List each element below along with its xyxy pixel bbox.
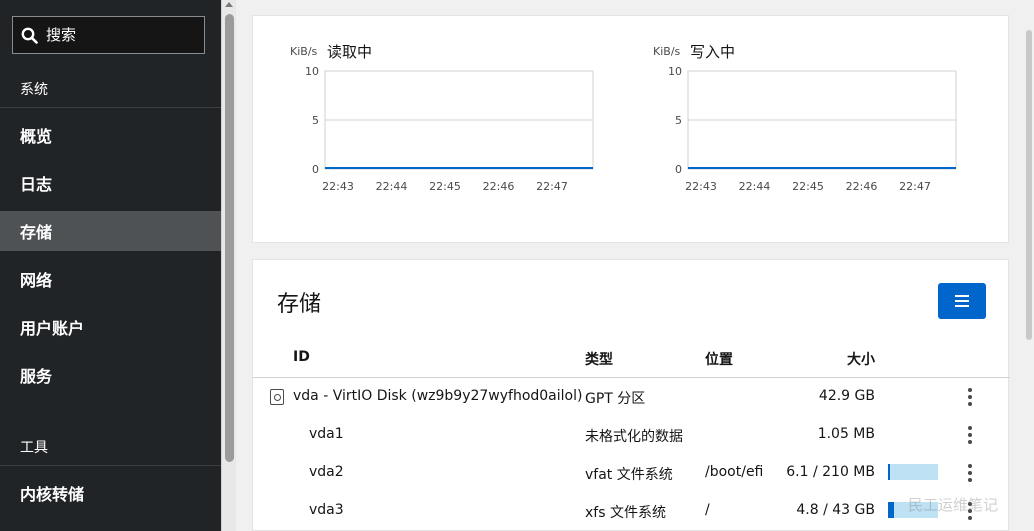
section-label-tools: 工具 [20, 440, 48, 456]
column-header-type: 类型 [585, 352, 613, 368]
row-size: 42.9 GB [818, 388, 875, 404]
y-tick-label: 10 [305, 65, 319, 78]
sidebar-item-services[interactable]: 服务 [0, 355, 221, 395]
column-header-size: 大小 [847, 352, 875, 368]
y-tick-label: 0 [675, 163, 682, 176]
read-chart: 10 5 022:43 22:44 22:45 22:46 22:47 [305, 65, 594, 193]
sidebar-item-accounts[interactable]: 用户账户 [0, 307, 221, 347]
section-label-system: 系统 [20, 82, 48, 98]
row-type: vfat 文件系统 [585, 467, 673, 483]
x-tick-label: 22:46 [483, 180, 515, 193]
search-icon [21, 27, 38, 44]
sidebar-scrollbar[interactable] [221, 0, 236, 531]
row-location: /boot/efi [705, 464, 764, 480]
x-tick-label: 22:44 [739, 180, 771, 193]
scroll-up-arrow-icon[interactable] [225, 2, 233, 7]
row-actions-kebab-icon[interactable] [967, 388, 973, 406]
storage-card: 存储 ID 类型 位置 大小 vda - VirtIO Disk (wz9b9y… [252, 259, 1010, 531]
io-charts-card: KiB/s 读取中 10 5 0 22:43 22:44 22:45 22:46 22:47 … [252, 15, 1009, 243]
row-size: 1.05 MB [817, 426, 875, 442]
x-tick-label: 22:45 [792, 180, 824, 193]
disk-icon [270, 389, 284, 405]
row-type: xfs 文件系统 [585, 505, 666, 521]
y-tick-label: 5 [312, 114, 319, 127]
page-scrollbar[interactable] [1026, 0, 1034, 531]
hamburger-icon [955, 300, 969, 302]
y-tick-label: 0 [312, 163, 319, 176]
watermark: 民工运维笔记 [908, 496, 999, 514]
x-tick-label: 22:46 [846, 180, 878, 193]
y-tick-label: 10 [668, 65, 682, 78]
search-box[interactable] [12, 16, 205, 54]
sidebar-item-overview[interactable]: 概览 [0, 115, 221, 155]
row-id[interactable]: vda1 [309, 426, 344, 442]
x-tick-label: 22:44 [376, 180, 408, 193]
chart-title-write: 写入中 [690, 43, 736, 61]
scrollbar-thumb[interactable] [225, 14, 234, 462]
row-actions-kebab-icon[interactable] [967, 426, 973, 444]
row-actions-kebab-icon[interactable] [967, 464, 973, 482]
x-tick-label: 22:43 [322, 180, 354, 193]
usage-bar [888, 464, 938, 480]
search-input[interactable] [46, 26, 196, 44]
sidebar-item-networking[interactable]: 网络 [0, 259, 221, 299]
storage-menu-button[interactable] [938, 283, 986, 319]
row-type: GPT 分区 [585, 391, 646, 407]
row-id[interactable]: vda2 [309, 464, 344, 480]
row-size: 4.8 / 43 GB [796, 502, 875, 518]
storage-heading: 存储 [277, 292, 322, 317]
sidebar: 系统 概览 日志 存储 网络 用户账户 服务 工具 内核转储 [0, 0, 221, 531]
x-tick-label: 22:47 [536, 180, 568, 193]
chart-unit-read: KiB/s [290, 45, 318, 58]
write-chart: 10 5 022:43 22:44 22:45 22:46 22:47 [668, 65, 957, 193]
divider [0, 107, 221, 108]
chart-title-read: 读取中 [327, 43, 373, 61]
x-tick-label: 22:47 [899, 180, 931, 193]
row-size: 6.1 / 210 MB [786, 464, 875, 480]
sidebar-item-storage[interactable]: 存储 [0, 211, 221, 251]
chart-unit-write: KiB/s [653, 45, 681, 58]
column-header-id: ID [293, 349, 310, 365]
sidebar-item-kdump[interactable]: 内核转储 [0, 473, 221, 513]
sidebar-item-logs[interactable]: 日志 [0, 163, 221, 203]
row-id[interactable]: vda3 [309, 502, 344, 518]
usage-bar-fill [888, 464, 890, 480]
column-header-location: 位置 [705, 352, 733, 368]
x-tick-label: 22:43 [685, 180, 717, 193]
divider [253, 377, 1010, 378]
y-tick-label: 5 [675, 114, 682, 127]
row-id[interactable]: vda - VirtIO Disk (wz9b9y27wyfhod0ailol) [293, 388, 582, 404]
row-location: / [705, 502, 710, 518]
row-type: 未格式化的数据 [585, 429, 683, 445]
x-tick-label: 22:45 [429, 180, 461, 193]
divider [0, 465, 221, 466]
usage-bar-fill [888, 502, 894, 518]
page-scrollbar-thumb[interactable] [1026, 30, 1032, 340]
